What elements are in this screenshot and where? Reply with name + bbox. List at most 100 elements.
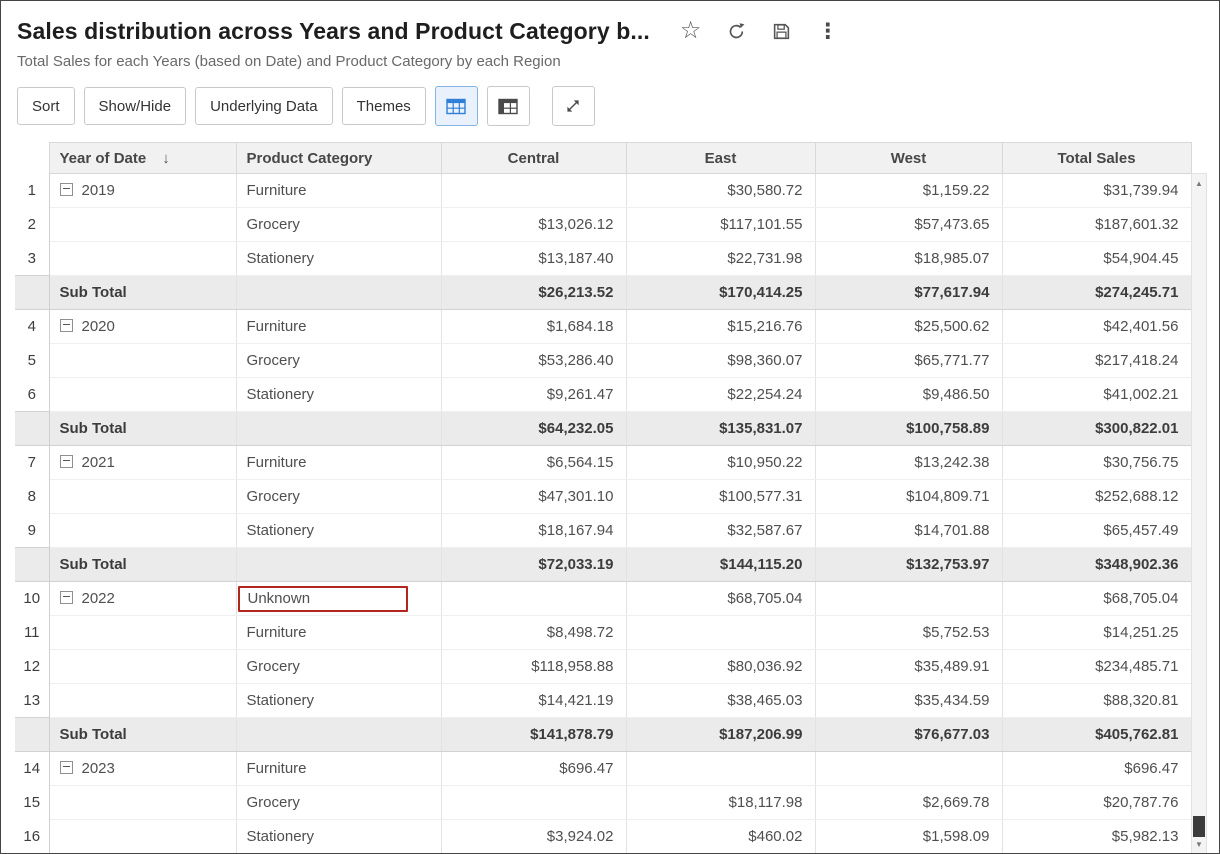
east-value[interactable] <box>626 616 815 650</box>
total-sales-value[interactable]: $217,418.24 <box>1002 344 1191 378</box>
category-cell[interactable]: Grocery <box>236 208 441 242</box>
collapse-icon[interactable] <box>60 183 73 196</box>
central-value[interactable]: $14,421.19 <box>441 684 626 718</box>
west-value[interactable]: $1,159.22 <box>815 174 1002 208</box>
west-value[interactable]: $35,434.59 <box>815 684 1002 718</box>
central-value[interactable]: $8,498.72 <box>441 616 626 650</box>
east-value[interactable]: $100,577.31 <box>626 480 815 514</box>
west-value[interactable]: $5,752.53 <box>815 616 1002 650</box>
central-value[interactable]: $9,261.47 <box>441 378 626 412</box>
central-value[interactable] <box>441 786 626 820</box>
category-cell[interactable]: Stationery <box>236 820 441 854</box>
west-value[interactable]: $77,617.94 <box>815 276 1002 310</box>
collapse-icon[interactable] <box>60 591 73 604</box>
scroll-up-button[interactable]: ▲ <box>1192 176 1206 191</box>
central-value[interactable]: $72,033.19 <box>441 548 626 582</box>
central-value[interactable]: $26,213.52 <box>441 276 626 310</box>
total-sales-value[interactable]: $187,601.32 <box>1002 208 1191 242</box>
spreadsheet-view-button[interactable] <box>487 86 530 126</box>
total-sales-value[interactable]: $20,787.76 <box>1002 786 1191 820</box>
central-value[interactable]: $13,187.40 <box>441 242 626 276</box>
total-sales-value[interactable]: $42,401.56 <box>1002 310 1191 344</box>
total-sales-value[interactable]: $234,485.71 <box>1002 650 1191 684</box>
more-options-icon[interactable]: ⋮ <box>817 21 838 42</box>
central-value[interactable]: $47,301.10 <box>441 480 626 514</box>
east-value[interactable]: $32,587.67 <box>626 514 815 548</box>
central-value[interactable] <box>441 582 626 616</box>
column-header-east[interactable]: East <box>626 143 815 174</box>
save-icon[interactable] <box>772 22 791 41</box>
refresh-icon[interactable] <box>727 22 746 41</box>
central-value[interactable]: $696.47 <box>441 752 626 786</box>
category-cell[interactable]: Stationery <box>236 514 441 548</box>
column-header-central[interactable]: Central <box>441 143 626 174</box>
east-value[interactable]: $187,206.99 <box>626 718 815 752</box>
central-value[interactable]: $141,878.79 <box>441 718 626 752</box>
table-view-button[interactable] <box>435 86 478 126</box>
west-value[interactable]: $100,758.89 <box>815 412 1002 446</box>
category-cell[interactable]: Furniture <box>236 310 441 344</box>
total-sales-value[interactable]: $252,688.12 <box>1002 480 1191 514</box>
collapse-icon[interactable] <box>60 455 73 468</box>
east-value[interactable] <box>626 752 815 786</box>
total-sales-value[interactable]: $405,762.81 <box>1002 718 1191 752</box>
total-sales-value[interactable]: $30,756.75 <box>1002 446 1191 480</box>
east-value[interactable]: $98,360.07 <box>626 344 815 378</box>
sort-button[interactable]: Sort <box>17 87 75 125</box>
east-value[interactable]: $144,115.20 <box>626 548 815 582</box>
column-header-product-category[interactable]: Product Category <box>236 143 441 174</box>
total-sales-value[interactable]: $65,457.49 <box>1002 514 1191 548</box>
central-value[interactable]: $1,684.18 <box>441 310 626 344</box>
west-value[interactable]: $2,669.78 <box>815 786 1002 820</box>
central-value[interactable] <box>441 174 626 208</box>
east-value[interactable]: $170,414.25 <box>626 276 815 310</box>
central-value[interactable]: $53,286.40 <box>441 344 626 378</box>
east-value[interactable]: $18,117.98 <box>626 786 815 820</box>
show-hide-button[interactable]: Show/Hide <box>84 87 187 125</box>
total-sales-value[interactable]: $696.47 <box>1002 752 1191 786</box>
category-cell[interactable]: Grocery <box>236 786 441 820</box>
category-cell[interactable]: Furniture <box>236 752 441 786</box>
scrollbar-thumb[interactable] <box>1193 816 1205 837</box>
east-value[interactable]: $30,580.72 <box>626 174 815 208</box>
east-value[interactable]: $117,101.55 <box>626 208 815 242</box>
west-value[interactable]: $35,489.91 <box>815 650 1002 684</box>
total-sales-value[interactable]: $14,251.25 <box>1002 616 1191 650</box>
total-sales-value[interactable]: $348,902.36 <box>1002 548 1191 582</box>
collapse-icon[interactable] <box>60 761 73 774</box>
collapse-icon[interactable] <box>60 319 73 332</box>
category-cell[interactable]: Grocery <box>236 650 441 684</box>
central-value[interactable]: $64,232.05 <box>441 412 626 446</box>
east-value[interactable]: $38,465.03 <box>626 684 815 718</box>
east-value[interactable]: $460.02 <box>626 820 815 854</box>
total-sales-value[interactable]: $31,739.94 <box>1002 174 1191 208</box>
themes-button[interactable]: Themes <box>342 87 426 125</box>
total-sales-value[interactable]: $300,822.01 <box>1002 412 1191 446</box>
vertical-scrollbar[interactable]: ▲ ▼ <box>1191 173 1207 854</box>
total-sales-value[interactable]: $41,002.21 <box>1002 378 1191 412</box>
west-value[interactable]: $1,598.09 <box>815 820 1002 854</box>
total-sales-value[interactable]: $5,982.13 <box>1002 820 1191 854</box>
category-cell[interactable]: Furniture <box>236 174 441 208</box>
underlying-data-button[interactable]: Underlying Data <box>195 87 333 125</box>
east-value[interactable]: $10,950.22 <box>626 446 815 480</box>
sort-descending-icon[interactable]: ↓ <box>162 150 170 167</box>
favorite-star-icon[interactable]: ☆ <box>680 19 702 43</box>
west-value[interactable]: $65,771.77 <box>815 344 1002 378</box>
west-value[interactable]: $9,486.50 <box>815 378 1002 412</box>
category-cell[interactable]: Stationery <box>236 242 441 276</box>
total-sales-value[interactable]: $68,705.04 <box>1002 582 1191 616</box>
category-cell[interactable]: Stationery <box>236 378 441 412</box>
column-header-year-of-date[interactable]: Year of Date↓ <box>49 143 236 174</box>
category-cell[interactable]: Grocery <box>236 480 441 514</box>
total-sales-value[interactable]: $54,904.45 <box>1002 242 1191 276</box>
central-value[interactable]: $118,958.88 <box>441 650 626 684</box>
east-value[interactable]: $68,705.04 <box>626 582 815 616</box>
east-value[interactable]: $22,254.24 <box>626 378 815 412</box>
central-value[interactable]: $6,564.15 <box>441 446 626 480</box>
category-cell[interactable]: Stationery <box>236 684 441 718</box>
east-value[interactable]: $80,036.92 <box>626 650 815 684</box>
west-value[interactable]: $18,985.07 <box>815 242 1002 276</box>
total-sales-value[interactable]: $274,245.71 <box>1002 276 1191 310</box>
central-value[interactable]: $18,167.94 <box>441 514 626 548</box>
